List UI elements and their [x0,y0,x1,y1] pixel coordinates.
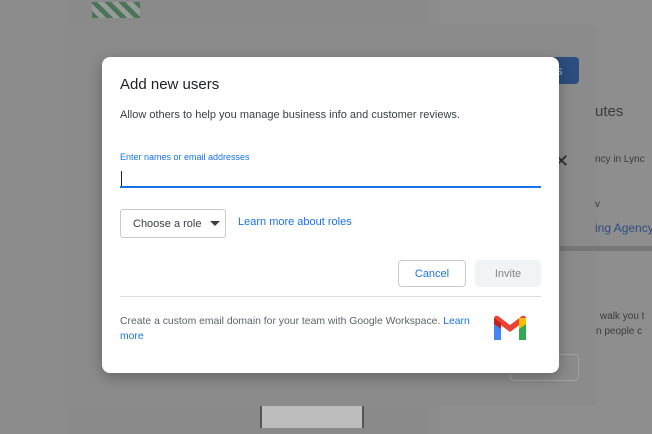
promo-text: Create a custom email domain for your te… [120,316,444,327]
divider [120,296,541,297]
text-cursor [121,171,122,186]
learn-more-roles-link[interactable]: Learn more about roles [238,216,352,228]
role-select[interactable]: Choose a role [120,209,226,238]
background-text: n people c [596,326,643,337]
background-dialog-title: utes [595,103,624,120]
email-field-label: Enter names or email addresses [120,152,250,162]
role-select-label: Choose a role [133,217,202,230]
background-divider [560,246,652,251]
workspace-promo: Create a custom email domain for your te… [120,314,490,344]
dialog-description: Allow others to help you manage business… [120,109,460,121]
email-field[interactable] [120,168,541,188]
gmail-logo-icon [494,315,526,340]
dialog-title: Add new users [120,76,220,93]
background-text: v [595,199,600,210]
background-text: ncy in Lync [595,154,645,165]
cancel-button[interactable]: Cancel [398,260,466,287]
add-users-dialog: Add new users Allow others to help you m… [102,57,559,373]
background-link: ing Agency [595,221,652,235]
background-text: walk you t [600,311,645,322]
invite-button[interactable]: Invite [475,260,541,287]
dropdown-arrow-icon [209,221,220,226]
background-thumbnail [92,2,140,18]
